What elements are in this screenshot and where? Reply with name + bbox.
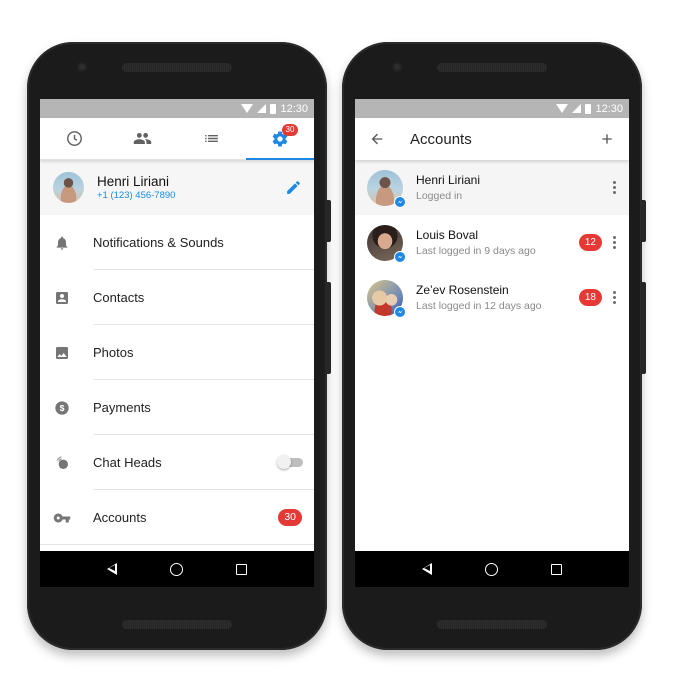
clock-icon xyxy=(66,131,82,146)
chat-heads-icon xyxy=(56,455,68,469)
account-status: Logged in xyxy=(416,190,463,202)
profile-phone: +1 (123) 456-7890 xyxy=(97,190,176,201)
home-nav-icon[interactable] xyxy=(484,562,498,576)
home-nav-icon[interactable] xyxy=(169,562,183,576)
account-row[interactable]: Henri Liriani Logged in xyxy=(355,160,629,215)
dollar-icon: $ xyxy=(54,400,69,415)
avatar xyxy=(53,172,84,203)
status-bar: 12:30 xyxy=(355,99,629,118)
bell-icon xyxy=(56,236,67,250)
avatar xyxy=(367,279,406,318)
profile-text: Henri Liriani +1 (123) 456-7890 xyxy=(97,174,175,201)
menu-item-accounts[interactable]: Accounts 30 xyxy=(40,490,314,545)
volume-button xyxy=(326,282,331,374)
signal-icon xyxy=(572,104,582,113)
settings-screen: 12:30 30 Henri Liriani +1 (123) 456-7890 xyxy=(40,99,314,587)
accounts-count-badge: 30 xyxy=(278,509,302,526)
photo-icon xyxy=(55,346,68,359)
account-status: Last logged in 12 days ago xyxy=(416,300,542,312)
messenger-badge-icon xyxy=(394,250,406,263)
menu-item-notifications[interactable]: Notifications & Sounds xyxy=(40,215,314,270)
profile-header[interactable]: Henri Liriani +1 (123) 456-7890 xyxy=(40,160,314,215)
settings-notification-badge: 30 xyxy=(281,124,299,136)
account-status: Last logged in 9 days ago xyxy=(416,245,536,257)
menu-label: Payments xyxy=(93,400,151,415)
phone-right: 12:30 Accounts Henri Liriani Logged in L… xyxy=(342,42,646,650)
account-row[interactable]: Ze’ev Rosenstein Last logged in 12 days … xyxy=(355,270,629,325)
chat-heads-toggle[interactable] xyxy=(277,455,303,469)
accounts-screen: 12:30 Accounts Henri Liriani Logged in L… xyxy=(355,99,629,587)
svg-text:$: $ xyxy=(59,403,64,413)
recents-nav-icon[interactable] xyxy=(551,563,563,575)
avatar xyxy=(367,224,406,263)
status-time: 12:30 xyxy=(280,102,308,115)
system-nav-bar xyxy=(355,551,629,587)
app-bar: Accounts xyxy=(355,118,629,160)
front-camera xyxy=(392,62,402,72)
account-name: Louis Boval xyxy=(416,228,479,242)
page-title: Accounts xyxy=(410,130,472,148)
phone-left: 12:30 30 Henri Liriani +1 (123) 456-7890 xyxy=(27,42,331,650)
messenger-badge-icon xyxy=(394,305,406,318)
tab-groups[interactable] xyxy=(177,118,246,159)
plus-icon xyxy=(602,134,612,144)
bottom-speaker xyxy=(122,620,232,629)
tab-recent[interactable] xyxy=(40,118,109,159)
system-nav-bar xyxy=(40,551,314,587)
tab-bar: 30 xyxy=(40,118,314,160)
back-button[interactable] xyxy=(355,131,399,147)
power-button xyxy=(641,200,646,242)
people-icon xyxy=(134,132,152,145)
wifi-icon xyxy=(556,104,569,113)
menu-label: Photos xyxy=(93,345,134,360)
volume-button xyxy=(641,282,646,374)
status-bar: 12:30 xyxy=(40,99,314,118)
menu-label: Contacts xyxy=(93,290,145,305)
signal-icon xyxy=(257,104,267,113)
account-row[interactable]: Louis Boval Last logged in 9 days ago 12 xyxy=(355,215,629,270)
front-camera xyxy=(77,62,87,72)
add-account-button[interactable] xyxy=(585,131,629,147)
edit-pencil-icon[interactable] xyxy=(285,179,302,196)
more-options-icon[interactable] xyxy=(613,236,616,249)
key-icon xyxy=(53,513,70,522)
arrow-left-icon xyxy=(371,133,383,145)
profile-name: Henri Liriani xyxy=(97,174,170,189)
tab-settings[interactable]: 30 xyxy=(245,118,315,160)
tab-people[interactable] xyxy=(109,118,178,159)
top-speaker xyxy=(437,63,547,72)
menu-item-chat-heads[interactable]: Chat Heads xyxy=(40,435,314,490)
avatar xyxy=(367,169,406,208)
messenger-badge-icon xyxy=(394,195,406,208)
battery-icon xyxy=(585,103,592,114)
bottom-speaker xyxy=(437,620,547,629)
back-nav-icon[interactable] xyxy=(421,563,432,575)
account-name: Henri Liriani xyxy=(416,173,481,187)
menu-item-photos[interactable]: Photos xyxy=(40,325,314,380)
more-options-icon[interactable] xyxy=(613,291,616,304)
more-options-icon[interactable] xyxy=(613,181,616,194)
menu-label: Accounts xyxy=(93,510,147,525)
toggle-thumb xyxy=(277,455,291,469)
top-speaker xyxy=(122,63,232,72)
unread-count-badge: 18 xyxy=(578,289,602,306)
menu-label: Notifications & Sounds xyxy=(93,235,224,250)
unread-count-badge: 12 xyxy=(578,234,602,251)
list-icon xyxy=(204,134,218,143)
power-button xyxy=(326,200,331,242)
battery-icon xyxy=(270,103,277,114)
contact-card-icon xyxy=(55,291,68,304)
wifi-icon xyxy=(241,104,254,113)
menu-label: Chat Heads xyxy=(93,455,162,470)
recents-nav-icon[interactable] xyxy=(236,563,248,575)
account-name: Ze’ev Rosenstein xyxy=(416,283,509,297)
menu-item-contacts[interactable]: Contacts xyxy=(40,270,314,325)
menu-item-payments[interactable]: $ Payments xyxy=(40,380,314,435)
back-nav-icon[interactable] xyxy=(106,563,117,575)
status-time: 12:30 xyxy=(595,102,623,115)
